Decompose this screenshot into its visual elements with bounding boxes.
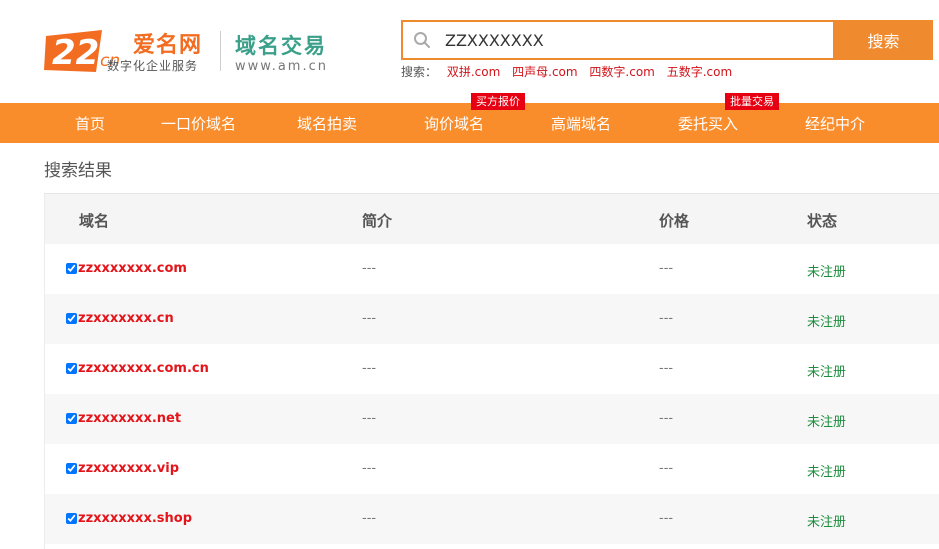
- logo-mark-text: 22: [52, 33, 99, 73]
- col-price: 价格: [659, 212, 690, 230]
- row-checkbox[interactable]: [66, 363, 77, 374]
- col-intro: 简介: [362, 212, 393, 230]
- table-row: zzxxxxxxx.cn --- --- 未注册: [45, 294, 939, 344]
- nav-home[interactable]: 首页: [75, 103, 105, 143]
- search-input[interactable]: [445, 26, 825, 54]
- domain-link[interactable]: zzxxxxxxx.net: [78, 411, 181, 426]
- row-intro: ---: [362, 311, 377, 326]
- row-intro: ---: [362, 411, 377, 426]
- row-intro: ---: [362, 261, 377, 276]
- search-icon: [414, 32, 430, 48]
- table-row: zzxxxxxxx.com --- --- 未注册: [45, 244, 939, 294]
- domain-link[interactable]: zzxxxxxxx.com.cn: [78, 361, 209, 376]
- row-status: 未注册: [807, 465, 847, 480]
- row-status: 未注册: [807, 365, 847, 380]
- search-button[interactable]: 搜索: [834, 20, 933, 60]
- col-status: 状态: [807, 212, 838, 230]
- row-status: 未注册: [807, 515, 847, 530]
- domain-link[interactable]: zzxxxxxxx.vip: [78, 461, 179, 476]
- quick-link-sishuzi[interactable]: 四数字.com: [589, 65, 654, 79]
- nav-premium[interactable]: 高端域名: [551, 103, 611, 143]
- row-intro: ---: [362, 461, 377, 476]
- row-intro: ---: [362, 361, 377, 376]
- nav-fixed-price[interactable]: 一口价域名: [161, 103, 236, 143]
- domain-link[interactable]: zzxxxxxxx.shop: [78, 511, 192, 526]
- row-status: 未注册: [807, 315, 847, 330]
- quick-link-sishengmu[interactable]: 四声母.com: [512, 65, 577, 79]
- row-price: ---: [659, 311, 674, 326]
- row-price: ---: [659, 511, 674, 526]
- site-url: www.am.cn: [235, 59, 328, 74]
- table-row: zzxxxxxxx.shop --- --- 未注册: [45, 494, 939, 544]
- table-header: 域名 简介 价格 状态: [45, 193, 939, 244]
- row-status: 未注册: [807, 265, 847, 280]
- row-price: ---: [659, 461, 674, 476]
- col-domain: 域名: [79, 212, 110, 230]
- nav-broker[interactable]: 经纪中介: [805, 103, 865, 143]
- quick-link-shuangpin[interactable]: 双拼.com: [447, 65, 500, 79]
- row-checkbox[interactable]: [66, 513, 77, 524]
- row-status: 未注册: [807, 415, 847, 430]
- row-checkbox[interactable]: [66, 413, 77, 424]
- site-logo[interactable]: 22 cn 爱名网 数字化企业服务: [44, 24, 209, 76]
- domain-link[interactable]: zzxxxxxxx.cn: [78, 311, 174, 326]
- search-box[interactable]: [401, 20, 835, 60]
- search-bar: 搜索: [401, 20, 933, 60]
- table-row: zzxxxxxxx.vip --- --- 未注册: [45, 444, 939, 494]
- row-intro: ---: [362, 511, 377, 526]
- table-row: zzxxxxxxx.com.cn --- --- 未注册: [45, 344, 939, 394]
- table-row: zzxxxxxxx.net --- --- 未注册: [45, 394, 939, 444]
- badge-buyer-quote[interactable]: 买方报价: [471, 93, 525, 110]
- main-nav: 首页 一口价域名 域名拍卖 询价域名 高端域名 委托买入 经纪中介 买方报价 批…: [0, 93, 939, 143]
- logo-divider: [220, 31, 221, 71]
- site-header: 22 cn 爱名网 数字化企业服务 域名交易 www.am.cn 搜索 搜索： …: [0, 0, 939, 103]
- row-checkbox[interactable]: [66, 313, 77, 324]
- results-table: 域名 简介 价格 状态 zzxxxxxxx.com --- --- 未注册 zz…: [44, 193, 939, 549]
- row-price: ---: [659, 361, 674, 376]
- site-title: 域名交易: [235, 34, 327, 58]
- row-checkbox[interactable]: [66, 463, 77, 474]
- results-heading: 搜索结果: [44, 161, 112, 181]
- row-price: ---: [659, 411, 674, 426]
- logo-name: 爱名网: [133, 33, 203, 58]
- domain-link[interactable]: zzxxxxxxx.com: [78, 261, 187, 276]
- quick-search: 搜索： 双拼.com 四声母.com 四数字.com 五数字.com: [401, 63, 740, 80]
- row-price: ---: [659, 261, 674, 276]
- badge-bulk-trade[interactable]: 批量交易: [725, 93, 779, 110]
- quick-search-label: 搜索：: [401, 65, 438, 79]
- logo-tagline: 数字化企业服务: [107, 59, 199, 73]
- nav-auction[interactable]: 域名拍卖: [297, 103, 357, 143]
- quick-link-wushuzi[interactable]: 五数字.com: [667, 65, 732, 79]
- row-checkbox[interactable]: [66, 263, 77, 274]
